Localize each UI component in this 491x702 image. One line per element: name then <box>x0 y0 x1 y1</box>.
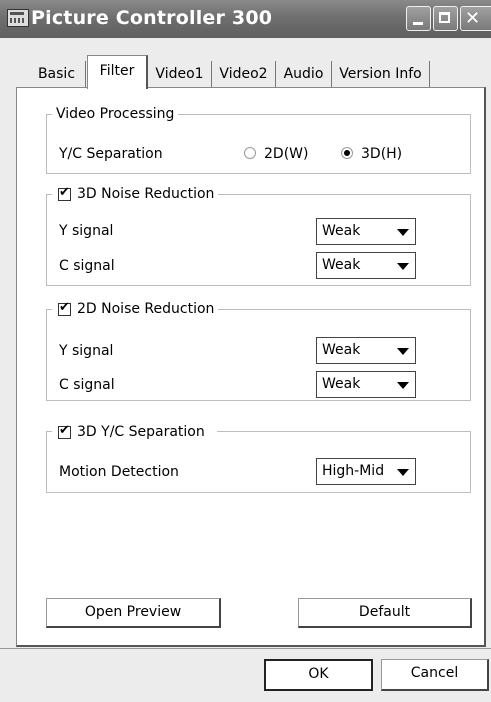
noise-3d-label: 3D Noise Reduction <box>52 185 219 203</box>
noise-2d-y-select[interactable]: Weak <box>316 337 416 364</box>
yc-3d-checkbox[interactable] <box>58 423 71 439</box>
dialog-window: Picture Controller 300 ✕ Basic Filter Vi… <box>0 0 491 702</box>
radio-2d[interactable] <box>244 147 256 159</box>
radio-3d[interactable] <box>341 147 353 159</box>
motion-detection-value: High-Mid <box>322 463 385 479</box>
tab-strip: Basic Filter Video1 Video2 Audio Version… <box>0 55 491 89</box>
noise-3d-c-select[interactable]: Weak <box>316 252 416 279</box>
radio-2d-label[interactable]: 2D(W) <box>264 145 308 163</box>
video-processing-group <box>46 114 471 174</box>
noise-3d-y-select[interactable]: Weak <box>316 218 416 245</box>
noise-3d-c-label: C signal <box>59 258 115 274</box>
chevron-down-icon[interactable] <box>389 219 415 244</box>
chevron-down-icon[interactable] <box>389 338 415 363</box>
noise-3d-c-value: Weak <box>322 257 361 273</box>
maximize-button[interactable] <box>433 6 458 31</box>
divider <box>0 648 491 649</box>
tab-basic[interactable]: Basic <box>28 61 86 87</box>
close-button[interactable]: ✕ <box>460 6 491 31</box>
open-preview-button[interactable]: Open Preview <box>46 598 221 628</box>
noise-2d-c-select[interactable]: Weak <box>316 371 416 398</box>
minimize-icon <box>413 22 423 25</box>
noise-3d-checkbox[interactable] <box>58 185 71 201</box>
yc-3d-label: 3D Y/C Separation <box>52 423 217 441</box>
noise-2d-checkbox[interactable] <box>58 300 71 316</box>
noise-3d-y-value: Weak <box>322 223 361 239</box>
noise-2d-y-value: Weak <box>322 342 361 358</box>
app-icon <box>7 9 29 27</box>
video-processing-label: Video Processing <box>52 105 179 123</box>
tab-version-info[interactable]: Version Info <box>332 61 430 87</box>
cancel-button[interactable]: Cancel <box>381 659 489 691</box>
chevron-down-icon[interactable] <box>389 372 415 397</box>
maximize-icon <box>439 12 450 23</box>
tab-filter[interactable]: Filter <box>87 55 148 89</box>
motion-detection-select[interactable]: High-Mid <box>316 458 416 485</box>
yc-separation-label: Y/C Separation <box>59 146 163 162</box>
chevron-down-icon[interactable] <box>389 459 415 484</box>
noise-2d-c-value: Weak <box>322 376 361 392</box>
radio-3d-label[interactable]: 3D(H) <box>361 145 402 163</box>
filter-tab-panel: Video Processing Y/C Separation 2D(W) 3D… <box>16 87 486 647</box>
default-button[interactable]: Default <box>298 598 472 628</box>
noise-3d-y-label: Y signal <box>59 223 114 239</box>
noise-2d-y-label: Y signal <box>59 343 114 359</box>
noise-2d-c-label: C signal <box>59 377 115 393</box>
noise-2d-label: 2D Noise Reduction <box>52 300 219 318</box>
tab-audio[interactable]: Audio <box>276 61 332 87</box>
tab-video1[interactable]: Video1 <box>148 61 212 87</box>
chevron-down-icon[interactable] <box>389 253 415 278</box>
window-title: Picture Controller 300 <box>31 7 273 29</box>
tab-video2[interactable]: Video2 <box>212 61 276 87</box>
minimize-button[interactable] <box>406 6 431 31</box>
close-icon: ✕ <box>465 8 481 29</box>
motion-detection-label: Motion Detection <box>59 464 179 480</box>
ok-button[interactable]: OK <box>264 659 373 691</box>
title-bar[interactable]: Picture Controller 300 ✕ <box>0 0 491 38</box>
